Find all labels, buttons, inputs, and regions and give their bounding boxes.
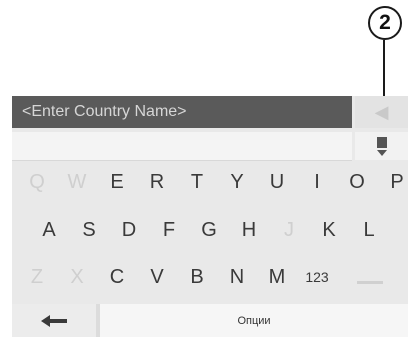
key-b[interactable]: B: [180, 258, 214, 296]
key-g[interactable]: G: [192, 211, 226, 249]
key-d[interactable]: D: [112, 211, 146, 249]
key-w[interactable]: W: [60, 163, 94, 201]
key-blank[interactable]: [348, 258, 392, 296]
key-n[interactable]: N: [220, 258, 254, 296]
keyboard-screen: <Enter Country Name> ◀ QWERTYUIOP ASDFGH…: [12, 96, 408, 337]
key-z[interactable]: Z: [20, 258, 54, 296]
key-a[interactable]: A: [32, 211, 66, 249]
key-i[interactable]: I: [300, 163, 334, 201]
key-row-1: QWERTYUIOP: [12, 163, 408, 201]
options-label: Опции: [237, 314, 271, 327]
back-arrow-icon: ◀: [374, 101, 389, 122]
key-t[interactable]: T: [180, 163, 214, 201]
key-u[interactable]: U: [260, 163, 294, 201]
space-bar-icon: [357, 280, 383, 284]
key-e[interactable]: E: [100, 163, 134, 201]
list-toggle-icon: [376, 137, 387, 156]
suggestion-bar[interactable]: [12, 132, 352, 161]
left-arrow-icon: [41, 314, 67, 327]
key-l[interactable]: L: [352, 211, 386, 249]
country-name-input[interactable]: <Enter Country Name>: [12, 96, 352, 128]
back-button[interactable]: ◀: [355, 96, 408, 128]
key-row-2: ASDFGHJKL: [12, 211, 408, 249]
key-r[interactable]: R: [140, 163, 174, 201]
key-m[interactable]: M: [260, 258, 294, 296]
key-v[interactable]: V: [140, 258, 174, 296]
delete-button[interactable]: [12, 304, 96, 337]
key-row-3: Z X C V B N M 123: [12, 258, 408, 296]
options-button[interactable]: Опции: [100, 304, 408, 337]
key-q[interactable]: Q: [20, 163, 54, 201]
callout-number: 2: [379, 11, 391, 34]
callout-marker: 2: [368, 6, 402, 40]
key-h[interactable]: H: [232, 211, 266, 249]
bottom-row: Опции: [12, 304, 408, 337]
key-c[interactable]: C: [100, 258, 134, 296]
key-x[interactable]: X: [60, 258, 94, 296]
input-placeholder: <Enter Country Name>: [22, 103, 187, 120]
key-y[interactable]: Y: [220, 163, 254, 201]
key-k[interactable]: K: [312, 211, 346, 249]
key-p[interactable]: P: [380, 163, 408, 201]
key-o[interactable]: O: [340, 163, 374, 201]
key-123[interactable]: 123: [300, 258, 334, 296]
key-j[interactable]: J: [272, 211, 306, 249]
list-toggle-button[interactable]: [355, 132, 408, 160]
key-f[interactable]: F: [152, 211, 186, 249]
key-s[interactable]: S: [72, 211, 106, 249]
